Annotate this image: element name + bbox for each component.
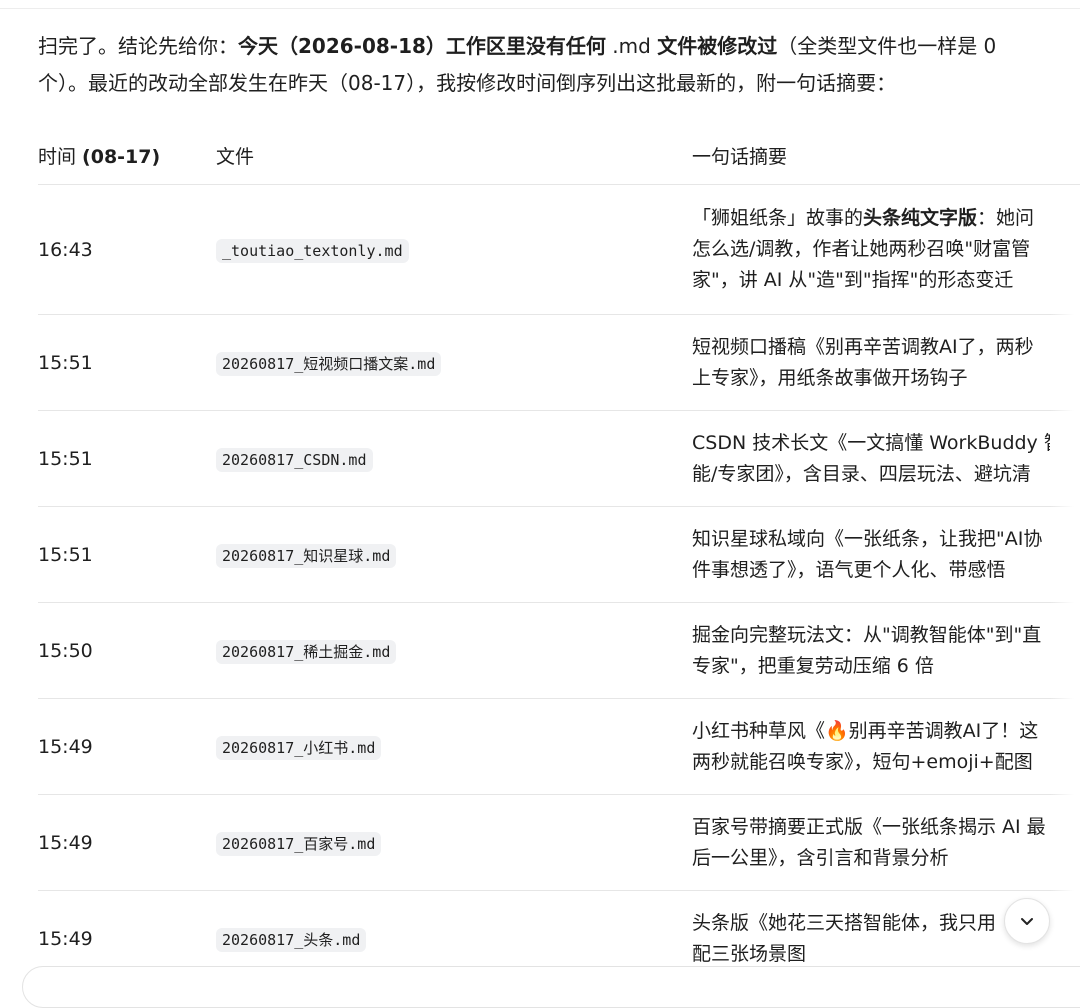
chevron-down-icon: [1021, 918, 1033, 925]
row-time: 15:51: [38, 410, 216, 507]
row-time: 15:50: [38, 602, 216, 699]
header-summary: 一句话摘要: [692, 126, 1080, 185]
row-time: 15:49: [38, 890, 216, 977]
summary-text: 「狮姐纸条」故事的: [692, 207, 864, 229]
summary-text: 专家"，把重复劳动压缩 6 倍: [692, 654, 934, 677]
summary-text: 小红书种草风《🔥别再辛苦调教AI了！这: [692, 719, 1039, 742]
intro-paragraph: 扫完了。结论先给你：今天（2026-08-18）工作区里没有任何 .md 文件被…: [38, 28, 1048, 102]
table-row: 15:51 20260817_CSDN.md CSDN 技术长文《一文搞懂 Work…: [38, 410, 1080, 507]
row-file: 20260817_CSDN.md: [216, 410, 692, 507]
file-name-code: 20260817_小红书.md: [216, 735, 382, 760]
intro-bold-1: 今天（2026-08-18）工作区里没有任何: [238, 34, 606, 58]
summary-text: 能/专家团》，含目录、四层玩法、避坑清: [692, 462, 1031, 485]
summary-line: 怎么选/调教，作者让她两秒召唤"财富管: [692, 234, 1050, 265]
summary-line: CSDN 技术长文《一文搞懂 WorkBuddy 智: [692, 428, 1050, 459]
summary-text: 件事想透了》，语气更个人化、带感悟: [692, 558, 1006, 581]
row-time: 15:51: [38, 314, 216, 411]
composer-box[interactable]: [22, 966, 1080, 1008]
row-summary: 掘金向完整玩法文：从"调教智能体"到"直 专家"，把重复劳动压缩 6 倍: [692, 602, 1080, 699]
summary-line: 小红书种草风《🔥别再辛苦调教AI了！这: [692, 716, 1050, 747]
summary-text: 上专家》，用纸条故事做开场钩子: [692, 366, 968, 389]
file-table: 时间 (08-17) 文件 一句话摘要 16:43 _toutiao_texton…: [38, 126, 1080, 977]
table-row: 15:49 20260817_百家号.md 百家号带摘要正式版《一张纸条揭示 AI …: [38, 794, 1080, 891]
summary-text: CSDN 技术长文《一文搞懂 WorkBuddy 智: [692, 431, 1050, 454]
summary-line: 知识星球私域向《一张纸条，让我把"AI协: [692, 524, 1050, 555]
row-file: 20260817_头条.md: [216, 890, 692, 977]
summary-text: 掘金向完整玩法文：从"调教智能体"到"直: [692, 623, 1042, 646]
row-time: 15:49: [38, 794, 216, 891]
summary-text: 短视频口播稿《别再辛苦调教AI了，两秒: [692, 335, 1034, 358]
table-row: 15:51 20260817_知识星球.md 知识星球私域向《一张纸条，让我把"AI…: [38, 506, 1080, 603]
summary-line: 掘金向完整玩法文：从"调教智能体"到"直: [692, 620, 1050, 651]
summary-line: 两秒就能召唤专家》，短句+emoji+配图: [692, 747, 1050, 778]
summary-bold: 头条纯文字版: [863, 207, 978, 229]
summary-line: 百家号带摘要正式版《一张纸条揭示 AI 最: [692, 812, 1050, 843]
summary-text: 怎么选/调教，作者让她两秒召唤"财富管: [692, 238, 1031, 260]
table-row: 15:49 20260817_小红书.md 小红书种草风《🔥别再辛苦调教AI了！这两…: [38, 698, 1080, 795]
row-summary: 「狮姐纸条」故事的头条纯文字版：她问怎么选/调教，作者让她两秒召唤"财富管 家"，…: [692, 184, 1080, 315]
file-name-code: 20260817_短视频口播文案.md: [216, 351, 442, 376]
summary-text: 知识星球私域向《一张纸条，让我把"AI协: [692, 527, 1043, 550]
header-time: 时间 (08-17): [38, 126, 216, 185]
file-name-code: _toutiao_textonly.md: [216, 238, 409, 263]
summary-text: 后一公里》，含引言和背景分析: [692, 846, 949, 869]
summary-line: 专家"，把重复劳动压缩 6 倍: [692, 651, 1050, 682]
table-row: 15:49 20260817_头条.md 头条版《她花三天搭智能体，我只用 配三张场景…: [38, 890, 1080, 977]
summary-line: 「狮姐纸条」故事的头条纯文字版：她问: [692, 203, 1050, 234]
table-header-row: 时间 (08-17) 文件 一句话摘要: [38, 126, 1080, 185]
summary-text: ：她问: [977, 207, 1035, 229]
summary-line: 后一公里》，含引言和背景分析: [692, 843, 1050, 874]
intro-bold-2: 文件被修改过: [657, 34, 778, 58]
row-time: 15:51: [38, 506, 216, 603]
summary-line: 头条版《她花三天搭智能体，我只用: [692, 908, 1050, 939]
summary-line: 家"，讲 AI 从"造"到"指挥"的形态变迁: [692, 265, 1050, 296]
summary-text: 两秒就能召唤专家》，短句+emoji+配图: [692, 750, 1033, 773]
row-file: _toutiao_textonly.md: [216, 184, 692, 315]
intro-text-1: 扫完了。结论先给你：: [38, 34, 238, 58]
intro-ext: .md: [612, 34, 651, 58]
row-summary: 百家号带摘要正式版《一张纸条揭示 AI 最后一公里》，含引言和背景分析: [692, 794, 1080, 891]
row-file: 20260817_知识星球.md: [216, 506, 692, 603]
scroll-to-bottom-button[interactable]: [1004, 898, 1050, 944]
row-summary: 小红书种草风《🔥别再辛苦调教AI了！这 两秒就能召唤专家》，短句+emoji+配图: [692, 698, 1080, 795]
row-file: 20260817_百家号.md: [216, 794, 692, 891]
summary-text: 配三张场景图: [692, 942, 807, 965]
summary-line: 能/专家团》，含目录、四层玩法、避坑清: [692, 459, 1050, 490]
file-name-code: 20260817_稀土掘金.md: [216, 639, 397, 664]
table-row: 16:43 _toutiao_textonly.md 「狮姐纸条」故事的头条纯文字版…: [38, 184, 1080, 315]
row-time: 15:49: [38, 698, 216, 795]
row-time: 16:43: [38, 184, 216, 315]
file-name-code: 20260817_百家号.md: [216, 831, 382, 856]
summary-text: 家"，讲 AI 从"造"到"指挥"的形态变迁: [692, 269, 1014, 291]
summary-text: 百家号带摘要正式版《一张纸条揭示 AI 最: [692, 815, 1046, 838]
summary-line: 短视频口播稿《别再辛苦调教AI了，两秒: [692, 332, 1050, 363]
file-name-code: 20260817_头条.md: [216, 927, 367, 952]
row-file: 20260817_短视频口播文案.md: [216, 314, 692, 411]
table-row: 15:50 20260817_稀土掘金.md 掘金向完整玩法文：从"调教智能体"到"…: [38, 602, 1080, 699]
file-table-container[interactable]: 时间 (08-17) 文件 一句话摘要 16:43 _toutiao_texton…: [38, 126, 1080, 977]
row-summary: 知识星球私域向《一张纸条，让我把"AI协 件事想透了》，语气更个人化、带感悟: [692, 506, 1080, 603]
top-divider: [0, 8, 1080, 9]
summary-line: 上专家》，用纸条故事做开场钩子: [692, 363, 1050, 394]
summary-line: 配三张场景图: [692, 939, 1050, 970]
file-name-code: 20260817_知识星球.md: [216, 543, 397, 568]
row-summary: 短视频口播稿《别再辛苦调教AI了，两秒 上专家》，用纸条故事做开场钩子: [692, 314, 1080, 411]
header-file: 文件: [216, 126, 692, 185]
file-name-code: 20260817_CSDN.md: [216, 447, 373, 472]
table-row: 15:51 20260817_短视频口播文案.md 短视频口播稿《别再辛苦调教AI了…: [38, 314, 1080, 411]
row-file: 20260817_小红书.md: [216, 698, 692, 795]
summary-line: 件事想透了》，语气更个人化、带感悟: [692, 555, 1050, 586]
row-summary: CSDN 技术长文《一文搞懂 WorkBuddy 智能/专家团》，含目录、四层玩…: [692, 410, 1080, 507]
row-file: 20260817_稀土掘金.md: [216, 602, 692, 699]
summary-text: 头条版《她花三天搭智能体，我只用: [692, 911, 997, 934]
